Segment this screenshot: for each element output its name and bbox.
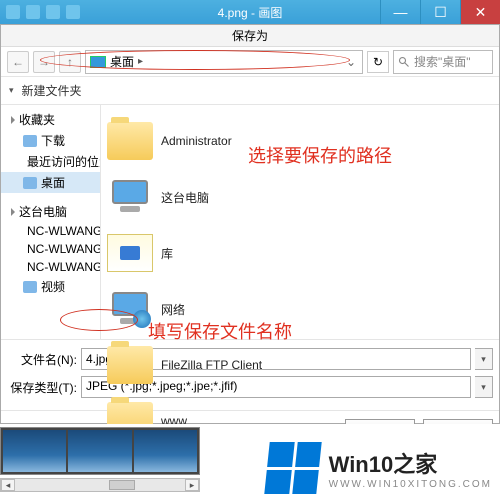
save-as-dialog: 保存为 ← → ↑ 桌面 ▸ ⌄ ↻ 搜索"桌面" ▾ 新建文件夹 收藏夹 下载… <box>0 24 500 424</box>
filetype-label: 保存类型(T): <box>7 379 77 396</box>
search-placeholder: 搜索"桌面" <box>414 53 471 70</box>
address-location: 桌面 <box>110 53 134 70</box>
nav-desktop[interactable]: 桌面 <box>1 172 100 193</box>
user-folder-icon <box>107 122 153 160</box>
address-bar-row: ← → ↑ 桌面 ▸ ⌄ ↻ 搜索"桌面" <box>1 47 499 77</box>
chevron-down-icon[interactable]: ⌄ <box>346 55 356 69</box>
nav-node[interactable]: NC-WLWANG <box>1 240 100 258</box>
search-box[interactable]: 搜索"桌面" <box>393 50 493 74</box>
forward-button[interactable]: → <box>33 51 55 73</box>
network-icon <box>107 290 153 328</box>
file-item-libs[interactable]: 库 <box>105 225 305 281</box>
dialog-toolbar: ▾ 新建文件夹 <box>1 77 499 105</box>
file-item-admin[interactable]: Administrator <box>105 113 305 169</box>
search-icon <box>398 56 410 68</box>
scroll-right-button[interactable]: ▸ <box>185 479 199 491</box>
new-folder-button[interactable]: 新建文件夹 <box>22 82 82 99</box>
brand-text: Win10之家 WWW.WIN10XITONG.COM <box>329 447 492 490</box>
horizontal-scrollbar[interactable]: ◂ ▸ <box>0 478 200 492</box>
dialog-body: 收藏夹 下载 最近访问的位置 桌面 这台电脑 NC-WLWANG NC-WLWA… <box>1 105 499 339</box>
window-title: 4.png - 画图 <box>0 4 500 21</box>
computer-icon <box>107 178 153 216</box>
back-button[interactable]: ← <box>7 51 29 73</box>
file-label: 网络 <box>161 301 185 318</box>
libraries-icon <box>107 234 153 272</box>
organize-arrow-icon[interactable]: ▾ <box>9 85 14 96</box>
folder-icon <box>107 346 153 384</box>
nav-downloads[interactable]: 下载 <box>1 130 100 151</box>
scroll-thumb[interactable] <box>109 480 135 490</box>
filename-label: 文件名(N): <box>7 351 77 368</box>
folder-icon <box>23 135 37 147</box>
filename-dropdown[interactable]: ▾ <box>475 348 493 370</box>
windows-logo-icon <box>264 442 321 494</box>
dialog-title: 保存为 <box>232 27 268 44</box>
file-grid[interactable]: Administrator 这台电脑 库 网络 FileZilla FTP Cl… <box>101 105 499 339</box>
nav-node[interactable]: NC-WLWANG <box>1 258 100 276</box>
nav-recent[interactable]: 最近访问的位置 <box>1 151 100 172</box>
refresh-button[interactable]: ↻ <box>367 51 389 73</box>
thumbnail-strip <box>0 427 200 475</box>
brand-subtitle: WWW.WIN10XITONG.COM <box>329 479 492 490</box>
file-label: 这台电脑 <box>161 189 209 206</box>
file-item-thispc[interactable]: 这台电脑 <box>105 169 305 225</box>
watermark: Win10之家 WWW.WIN10XITONG.COM <box>267 442 492 494</box>
video-icon <box>23 281 37 293</box>
nav-thispc[interactable]: 这台电脑 <box>1 201 100 222</box>
desktop-icon <box>90 56 106 68</box>
file-item-network[interactable]: 网络 <box>105 281 305 337</box>
nav-favorites[interactable]: 收藏夹 <box>1 109 100 130</box>
file-label: Administrator <box>161 134 232 148</box>
file-label: 库 <box>161 245 173 262</box>
chevron-right-icon: ▸ <box>138 56 143 67</box>
address-box[interactable]: 桌面 ▸ ⌄ <box>85 50 363 74</box>
file-item-filezilla[interactable]: FileZilla FTP Client <box>105 337 305 393</box>
up-button[interactable]: ↑ <box>59 51 81 73</box>
scroll-left-button[interactable]: ◂ <box>1 479 15 491</box>
desktop-icon <box>23 177 37 189</box>
thumbnail[interactable] <box>3 430 66 472</box>
file-label: FileZilla FTP Client <box>161 358 262 372</box>
dialog-titlebar: 保存为 <box>1 25 499 47</box>
nav-pane: 收藏夹 下载 最近访问的位置 桌面 这台电脑 NC-WLWANG NC-WLWA… <box>1 105 101 339</box>
paint-titlebar: 4.png - 画图 — ☐ ✕ <box>0 0 500 24</box>
lower-area: ◂ ▸ Win10之家 WWW.WIN10XITONG.COM <box>0 424 500 504</box>
nav-videos[interactable]: 视频 <box>1 276 100 297</box>
filetype-dropdown[interactable]: ▾ <box>475 376 493 398</box>
nav-node[interactable]: NC-WLWANG <box>1 222 100 240</box>
thumbnail[interactable] <box>134 430 197 472</box>
expand-icon <box>11 208 15 216</box>
thumbnail[interactable] <box>68 430 131 472</box>
expand-icon <box>11 116 15 124</box>
